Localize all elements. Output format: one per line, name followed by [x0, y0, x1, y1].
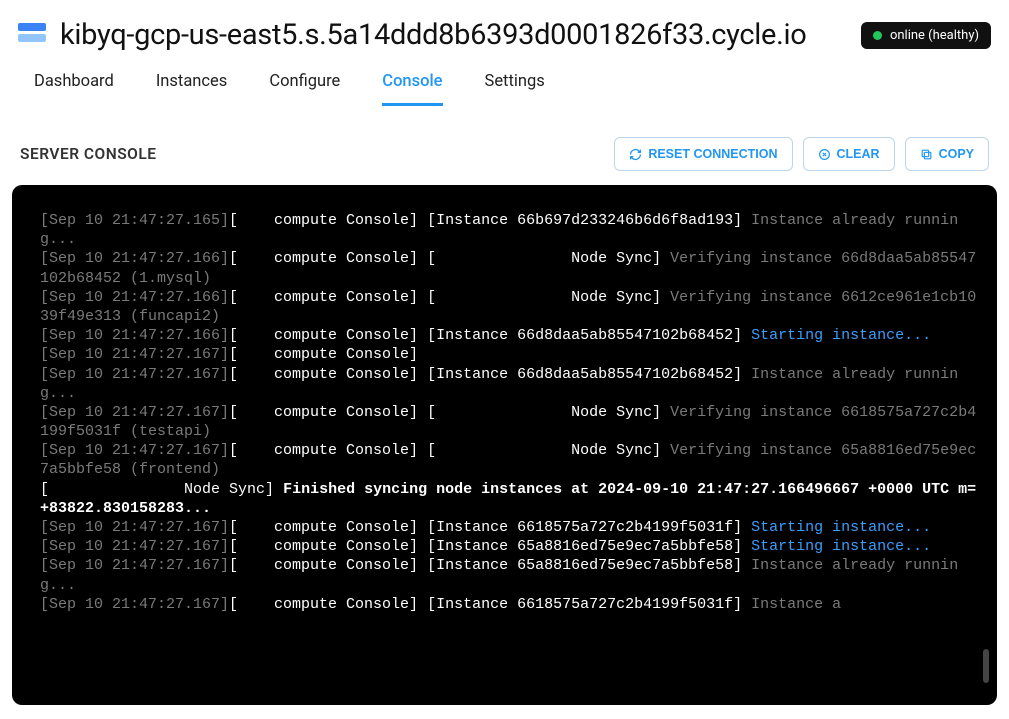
tab-dashboard[interactable]: Dashboard	[34, 66, 114, 106]
log-line: [ Node Sync] Finished syncing node insta…	[40, 480, 977, 518]
tab-configure[interactable]: Configure	[269, 66, 340, 106]
clear-button[interactable]: CLEAR	[803, 137, 895, 171]
log-line: [Sep 10 21:47:27.166][ compute Console] …	[40, 288, 977, 326]
status-text: online (healthy)	[890, 28, 979, 43]
reset-connection-button[interactable]: RESET CONNECTION	[614, 137, 792, 171]
status-dot-icon	[873, 31, 882, 40]
log-line: [Sep 10 21:47:27.167][ compute Console]	[40, 345, 977, 364]
log-line: [Sep 10 21:47:27.167][ compute Console] …	[40, 537, 977, 556]
log-line: [Sep 10 21:47:27.165][ compute Console] …	[40, 211, 977, 249]
console-section-header: SERVER CONSOLE RESET CONNECTION CLEAR CO…	[12, 137, 997, 171]
console-output[interactable]: [Sep 10 21:47:27.165][ compute Console] …	[12, 185, 997, 705]
copy-button[interactable]: COPY	[905, 137, 989, 171]
action-button-row: RESET CONNECTION CLEAR COPY	[614, 137, 989, 171]
x-circle-icon	[818, 148, 831, 161]
log-line: [Sep 10 21:47:27.167][ compute Console] …	[40, 441, 977, 479]
tab-console[interactable]: Console	[382, 66, 442, 106]
tab-settings[interactable]: Settings	[485, 66, 545, 106]
button-label: RESET CONNECTION	[648, 147, 777, 161]
tab-instances[interactable]: Instances	[156, 66, 228, 106]
scrollbar-thumb[interactable]	[983, 649, 989, 683]
log-line: [Sep 10 21:47:27.167][ compute Console] …	[40, 403, 977, 441]
tab-bar: Dashboard Instances Configure Console Settin…	[12, 66, 997, 107]
hostname-title: kibyq-gcp-us-east5.s.5a14ddd8b6393d00018…	[60, 18, 847, 52]
status-badge: online (healthy)	[861, 22, 991, 49]
copy-icon	[920, 148, 933, 161]
page-header: kibyq-gcp-us-east5.s.5a14ddd8b6393d00018…	[12, 14, 997, 66]
log-line: [Sep 10 21:47:27.166][ compute Console] …	[40, 326, 977, 345]
log-line: [Sep 10 21:47:27.166][ compute Console] …	[40, 249, 977, 287]
log-line: [Sep 10 21:47:27.167][ compute Console] …	[40, 595, 977, 614]
button-label: COPY	[939, 147, 974, 161]
log-line: [Sep 10 21:47:27.167][ compute Console] …	[40, 556, 977, 594]
section-title: SERVER CONSOLE	[20, 145, 156, 163]
refresh-icon	[629, 148, 642, 161]
button-label: CLEAR	[837, 147, 880, 161]
log-line: [Sep 10 21:47:27.167][ compute Console] …	[40, 518, 977, 537]
server-icon	[18, 23, 46, 47]
log-line: [Sep 10 21:47:27.167][ compute Console] …	[40, 365, 977, 403]
